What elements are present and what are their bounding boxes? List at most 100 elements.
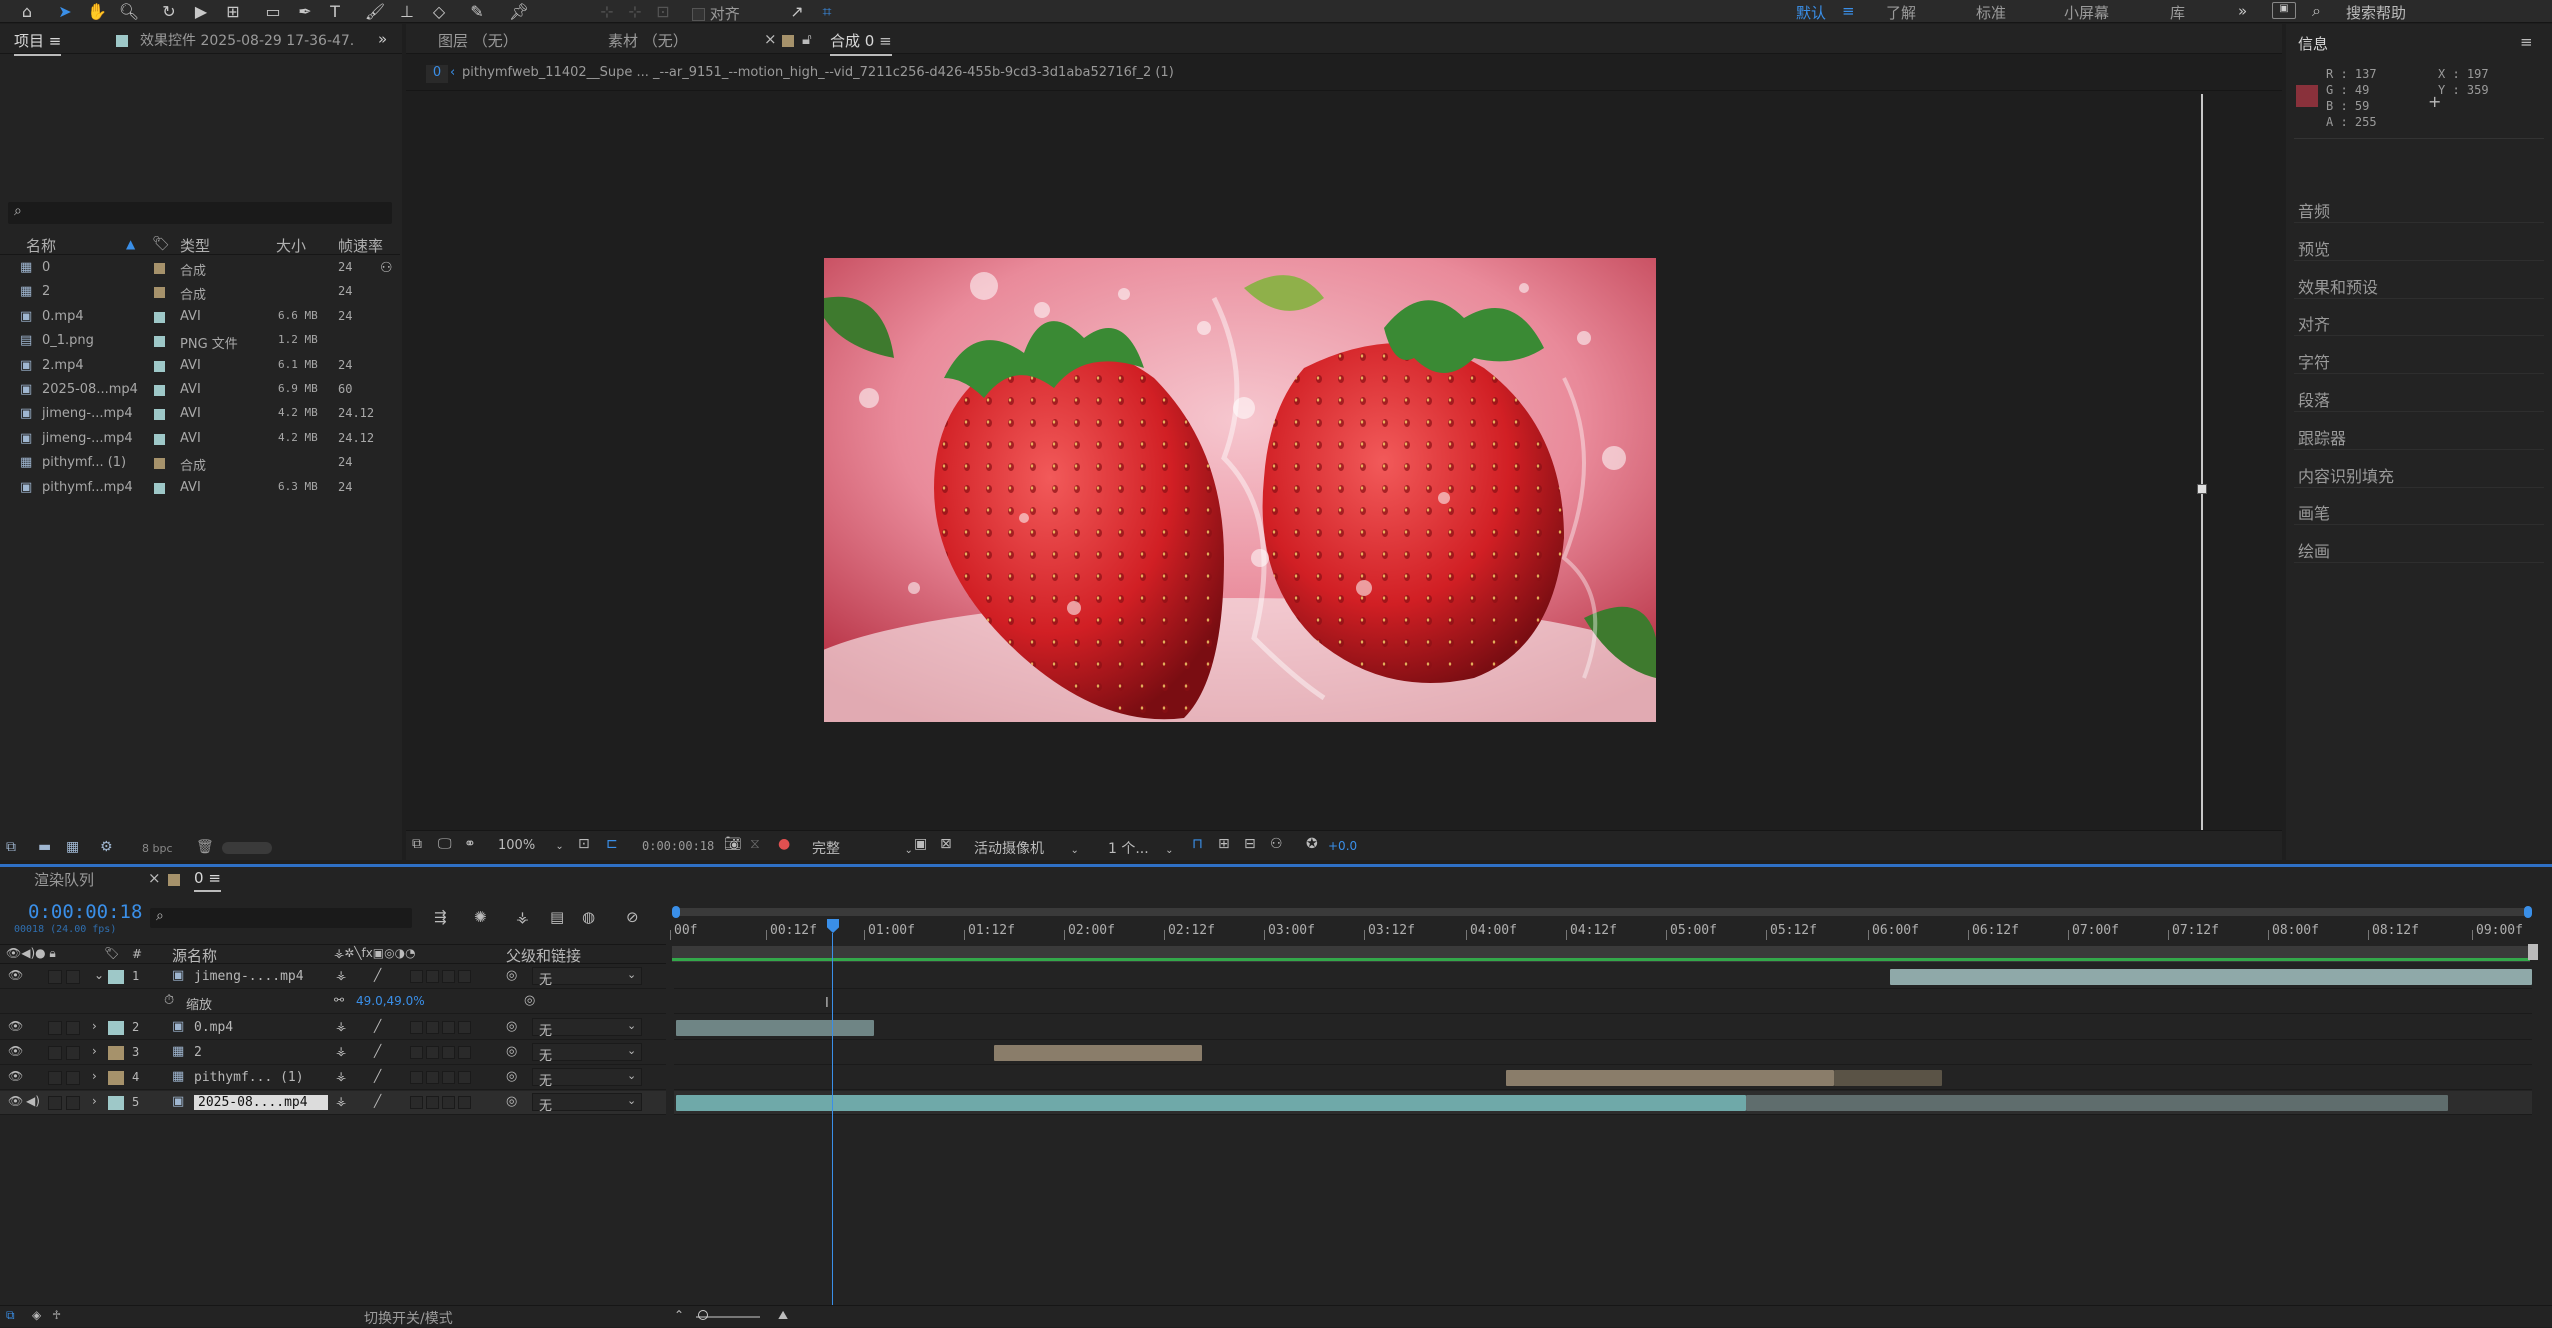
toggle-3d-icon[interactable]: ⊓ xyxy=(1192,836,1203,852)
pen-tool-icon[interactable]: ✒ xyxy=(294,1,316,22)
label-swatch[interactable] xyxy=(154,360,165,372)
eye-icon[interactable]: 👁︎ xyxy=(8,1069,23,1083)
shy-switch-icon[interactable]: ⚶ xyxy=(336,968,346,982)
camera-dropdown[interactable]: 活动摄像机 ⌄ xyxy=(974,838,1079,858)
switch-box[interactable] xyxy=(442,1071,455,1084)
workspace-menu-icon[interactable]: ≡ xyxy=(1842,2,1855,20)
layer-row[interactable]: 👁︎ ◀) › 5 ▣ 2025-08....mp4 ⚶ ╱ ◎ 无 ⌄ xyxy=(0,1091,666,1115)
layer-duration-bar[interactable] xyxy=(676,1020,874,1036)
eye-icon[interactable]: 👁︎ xyxy=(8,968,23,982)
layer-duration-bar[interactable] xyxy=(1890,969,2532,985)
parent-dropdown[interactable]: 无 ⌄ xyxy=(532,1018,642,1039)
lock-toggle[interactable] xyxy=(66,1071,80,1085)
exposure-value[interactable]: +0.0 xyxy=(1328,839,1357,853)
switch-box[interactable] xyxy=(458,970,471,983)
pick-whip-icon[interactable]: ◎ xyxy=(506,1019,517,1034)
viewer-timecode[interactable]: 0:00:00:18 xyxy=(642,839,714,853)
shy-switch-icon[interactable]: ⚶ xyxy=(336,1019,346,1033)
interpret-footage-icon[interactable]: ⧉ xyxy=(6,839,16,855)
solo-toggle[interactable] xyxy=(48,970,62,984)
switch-box[interactable] xyxy=(410,970,423,983)
expand-twirl-icon[interactable]: › xyxy=(92,1069,97,1083)
workspace-library[interactable]: 库 xyxy=(2170,2,2185,23)
time-ruler[interactable]: 00f 00:12f 01:00f 01:12f 02:00f 02:12f 03:00f 0… xyxy=(0,864,2552,944)
resolution-dropdown[interactable]: 完整 ⌄ xyxy=(812,838,913,858)
quality-switch-icon[interactable]: ╱ xyxy=(374,1094,381,1108)
expand-twirl-icon[interactable]: › xyxy=(92,1019,97,1033)
label-tag-icon[interactable]: 🏷︎ xyxy=(152,236,170,252)
pixel-aspect-icon[interactable]: ⊞ xyxy=(1218,836,1230,852)
channels-icon[interactable]: ● xyxy=(778,836,790,852)
label-swatch[interactable] xyxy=(154,433,165,445)
lock-icon[interactable]: 🔓︎ xyxy=(802,30,812,48)
bpc-label[interactable]: 8 bpc xyxy=(142,842,173,855)
quality-switch-icon[interactable]: ╱ xyxy=(374,1044,381,1058)
shy-switch-icon[interactable]: ⚶ xyxy=(336,1069,346,1083)
layer-duration-bar[interactable] xyxy=(1506,1070,1834,1086)
expression-pick-whip-icon[interactable]: ◎ xyxy=(524,993,535,1008)
layer-label-swatch[interactable] xyxy=(108,1021,124,1035)
zoom-out-icon[interactable]: ⌃ xyxy=(674,1308,684,1322)
label-tag-icon[interactable]: 🏷︎ xyxy=(104,946,119,960)
eye-icon[interactable]: 👁︎ xyxy=(8,1019,23,1033)
switch-box[interactable] xyxy=(410,1046,423,1059)
delete-icon[interactable]: 🗑︎ xyxy=(196,839,214,855)
camera-tool-icon[interactable]: ▶ xyxy=(190,1,212,22)
snap-checkbox[interactable]: 对齐 xyxy=(692,3,740,24)
workspace-small-screen[interactable]: 小屏幕 xyxy=(2064,2,2109,23)
label-swatch[interactable] xyxy=(154,385,165,396)
solo-toggle[interactable] xyxy=(48,1096,62,1110)
panel-section-5[interactable]: 段落 xyxy=(2298,387,2330,411)
axis-world-icon[interactable]: ⊹ xyxy=(624,1,646,22)
toggle-switches-modes[interactable]: 切换开关/模式 xyxy=(364,1308,453,1328)
switch-box[interactable] xyxy=(442,970,455,983)
solo-toggle[interactable] xyxy=(48,1071,62,1085)
switch-box[interactable] xyxy=(442,1096,455,1109)
project-item-row[interactable]: ▣ 2025-08...mp4 AVI 6.9 MB 60 xyxy=(0,378,400,402)
work-area-bar[interactable] xyxy=(672,946,2530,962)
switch-box[interactable] xyxy=(458,1096,471,1109)
lock-toggle[interactable] xyxy=(66,970,80,984)
panel-section-7[interactable]: 内容识别填充 xyxy=(2298,463,2394,487)
layer-row[interactable]: 👁︎ ⌄ 1 ▣ jimeng-....mp4 ⚶ ╱ ◎ 无 ⌄ xyxy=(0,965,666,989)
layer-name[interactable]: 2025-08....mp4 xyxy=(194,1095,328,1110)
tab-composition[interactable]: 合成 0 ≡ xyxy=(830,30,892,56)
label-swatch[interactable] xyxy=(154,458,165,470)
expand-twirl-icon[interactable]: › xyxy=(92,1044,97,1058)
region-of-interest-icon[interactable]: ⊏ xyxy=(606,836,618,852)
pick-whip-icon[interactable]: ◎ xyxy=(506,1044,517,1059)
new-composition-icon[interactable]: ▦ xyxy=(66,839,79,855)
switch-box[interactable] xyxy=(410,1096,423,1109)
axis-local-icon[interactable]: ⊹ xyxy=(596,1,618,22)
layer-duration-bar[interactable] xyxy=(1834,1070,1942,1086)
project-item-row[interactable]: ▣ 2.mp4 AVI 6.1 MB 24 xyxy=(0,354,400,378)
source-name-column[interactable]: 源名称 xyxy=(172,945,217,966)
layer-name[interactable]: pithymf... (1) xyxy=(194,1070,304,1085)
comp-end-marker[interactable] xyxy=(2528,944,2538,960)
composition-frame[interactable] xyxy=(824,258,1656,722)
panel-overflow-icon[interactable]: » xyxy=(378,30,387,48)
solo-toggle[interactable] xyxy=(48,1046,62,1060)
switch-box[interactable] xyxy=(410,1021,423,1034)
rectangle-tool-icon[interactable]: ▭ xyxy=(262,1,284,22)
stopwatch-icon[interactable]: ⏱︎ xyxy=(164,993,174,1008)
column-type[interactable]: 类型 xyxy=(180,235,210,256)
fit-icon[interactable]: ⊡ xyxy=(578,836,590,852)
show-snapshot-icon[interactable]: ⧖ xyxy=(750,836,760,852)
fast-previews-icon[interactable]: ⊠ xyxy=(940,836,952,852)
snap-edge-icon[interactable]: ↗ xyxy=(786,1,808,22)
info-title[interactable]: 信息 xyxy=(2298,33,2328,54)
shy-switch-icon[interactable]: ⚶ xyxy=(336,1094,346,1108)
tab-layer[interactable]: 图层 （无） xyxy=(438,30,518,51)
project-item-row[interactable]: ▦ 0 合成 24 xyxy=(0,256,400,280)
eye-icon[interactable]: 👁︎ xyxy=(8,1044,23,1058)
panel-section-6[interactable]: 跟踪器 xyxy=(2298,425,2346,449)
zoom-slider-thumb[interactable] xyxy=(698,1310,708,1320)
parent-dropdown[interactable]: 无 ⌄ xyxy=(532,1043,642,1064)
new-folder-icon[interactable]: ▬ xyxy=(38,839,51,855)
flowchart-icon[interactable]: ⚇ xyxy=(380,260,393,276)
switch-box[interactable] xyxy=(426,970,439,983)
tab-effects-controls[interactable]: 效果控件 2025-08-29 17-36-47. xyxy=(140,30,354,50)
flowchart-icon[interactable]: ⚇ xyxy=(1270,836,1283,852)
switch-box[interactable] xyxy=(426,1021,439,1034)
